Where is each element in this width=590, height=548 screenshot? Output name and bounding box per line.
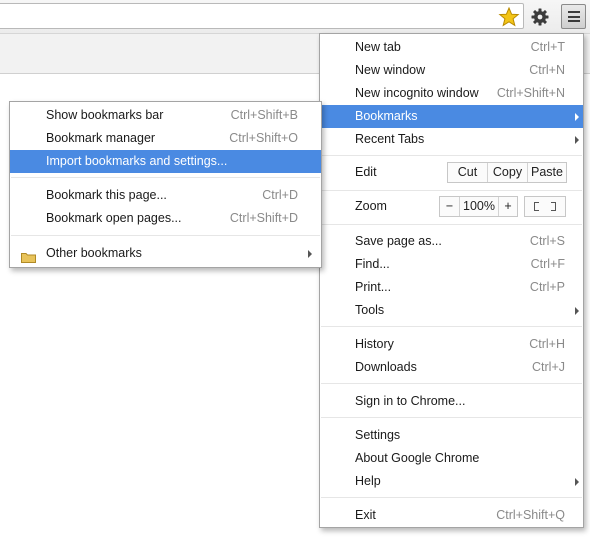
submenu-item-bookmark-open-pages[interactable]: Bookmark open pages... Ctrl+Shift+D [10,207,321,230]
zoom-level: 100% [459,197,498,216]
submenu-arrow-icon [575,307,579,315]
menu-row-edit: Edit Cut Copy Paste [320,158,583,187]
bookmark-star-icon[interactable] [498,6,520,27]
browser-toolbar [0,0,590,33]
menu-row-zoom: Zoom − 100% + [320,192,583,221]
menu-item-history[interactable]: History Ctrl+H [320,333,583,356]
menu-item-settings[interactable]: Settings [320,424,583,447]
menu-separator [321,383,582,384]
zoom-out-button[interactable]: − [440,197,459,216]
submenu-item-bookmark-this-page[interactable]: Bookmark this page... Ctrl+D [10,184,321,207]
chrome-main-menu: New tab Ctrl+T New window Ctrl+N New inc… [319,33,584,528]
menu-item-recent-tabs[interactable]: Recent Tabs [320,128,583,151]
submenu-item-import-bookmarks[interactable]: Import bookmarks and settings... [10,150,321,173]
paste-button[interactable]: Paste [527,163,566,182]
menu-separator [11,177,320,178]
submenu-arrow-icon [308,250,312,258]
menu-item-help[interactable]: Help [320,470,583,493]
folder-icon [21,248,36,263]
submenu-item-other-bookmarks[interactable]: Other bookmarks [10,242,321,265]
hamburger-menu-icon [568,11,580,13]
zoom-in-button[interactable]: + [498,197,517,216]
menu-separator [321,326,582,327]
menu-separator [321,190,582,191]
menu-item-new-tab[interactable]: New tab Ctrl+T [320,36,583,59]
gear-icon[interactable] [530,7,550,27]
menu-separator [321,497,582,498]
submenu-arrow-icon [575,113,579,121]
bookmarks-submenu: Show bookmarks bar Ctrl+Shift+B Bookmark… [9,101,322,268]
submenu-arrow-icon [575,136,579,144]
menu-separator [321,417,582,418]
menu-item-tools[interactable]: Tools [320,299,583,322]
cut-button[interactable]: Cut [448,163,487,182]
copy-button[interactable]: Copy [487,163,527,182]
menu-item-find[interactable]: Find... Ctrl+F [320,253,583,276]
menu-item-save-page-as[interactable]: Save page as... Ctrl+S [320,230,583,253]
menu-separator [11,235,320,236]
address-bar[interactable] [0,3,524,29]
menu-item-exit[interactable]: Exit Ctrl+Shift+Q [320,504,583,527]
menu-item-print[interactable]: Print... Ctrl+P [320,276,583,299]
fullscreen-button[interactable] [524,196,566,217]
menu-item-new-incognito-window[interactable]: New incognito window Ctrl+Shift+N [320,82,583,105]
submenu-arrow-icon [575,478,579,486]
submenu-item-bookmark-manager[interactable]: Bookmark manager Ctrl+Shift+O [10,127,321,150]
menu-item-about-chrome[interactable]: About Google Chrome [320,447,583,470]
menu-item-bookmarks[interactable]: Bookmarks [320,105,583,128]
menu-item-sign-in[interactable]: Sign in to Chrome... [320,390,583,413]
menu-separator [321,155,582,156]
zoom-control-group: − 100% + [439,196,518,217]
submenu-item-show-bookmarks-bar[interactable]: Show bookmarks bar Ctrl+Shift+B [10,104,321,127]
menu-item-downloads[interactable]: Downloads Ctrl+J [320,356,583,379]
chrome-menu-button[interactable] [561,4,586,29]
edit-button-group: Cut Copy Paste [447,162,567,183]
menu-separator [321,224,582,225]
menu-item-new-window[interactable]: New window Ctrl+N [320,59,583,82]
